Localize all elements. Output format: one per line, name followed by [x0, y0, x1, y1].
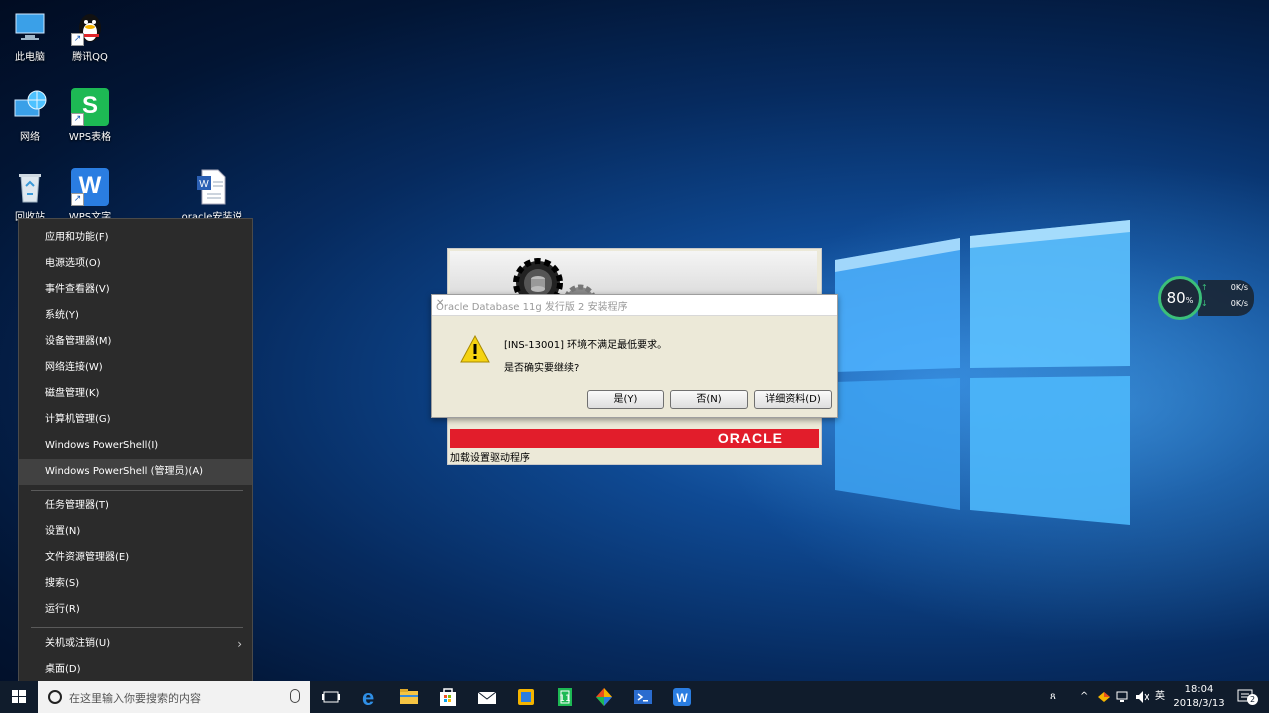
shortcut-arrow-icon: ↗: [71, 33, 84, 46]
mail-icon[interactable]: [474, 685, 500, 709]
taskbar: 在这里输入你要搜索的内容 e 11 W ጸ ^ 英 18:04 2018/3/1…: [0, 681, 1269, 713]
file-explorer-icon[interactable]: [396, 685, 422, 709]
download-arrow-icon: ↓: [1201, 299, 1208, 308]
no-button[interactable]: 否(N): [670, 390, 748, 409]
menu-item-settings[interactable]: 设置(N): [19, 519, 252, 545]
menu-item-apps-features[interactable]: 应用和功能(F): [19, 225, 252, 251]
menu-item-desktop[interactable]: 桌面(D): [19, 657, 252, 683]
recycle-bin-icon: [11, 168, 49, 206]
app-tray-icon[interactable]: [1097, 681, 1111, 713]
network-globe-icon: [11, 88, 49, 126]
menu-item-run[interactable]: 运行(R): [19, 597, 252, 623]
wps-writer-taskbar-icon[interactable]: W: [669, 685, 695, 709]
desktop-icon-recycle-bin[interactable]: 回收站: [0, 168, 60, 223]
installer-status: 加载设置驱动程序: [450, 453, 530, 464]
volume-muted-icon[interactable]: [1135, 681, 1150, 713]
chevron-up-icon[interactable]: ^: [1080, 681, 1092, 713]
desktop-icon-network[interactable]: 网络: [0, 88, 60, 143]
cortana-icon: [48, 690, 62, 704]
task-view-icon[interactable]: [318, 685, 344, 709]
network-tray-icon[interactable]: [1115, 681, 1129, 713]
shortcut-arrow-icon: ↗: [71, 113, 84, 126]
wps-spreadsheet-icon: S ↗: [71, 88, 109, 126]
taskbar-search-box[interactable]: 在这里输入你要搜索的内容: [38, 681, 310, 713]
dialog-question: 是否确实要继续?: [504, 363, 580, 374]
menu-separator: [31, 490, 243, 491]
network-speeds: ↑ 0K/s ↓ 0K/s: [1198, 280, 1254, 316]
clock-date: 2018/3/13: [1173, 698, 1225, 709]
edge-icon[interactable]: e: [357, 685, 383, 710]
warning-dialog: Oracle Database 11g 发行版 2 安装程序 ✕ [INS-13…: [431, 294, 838, 418]
menu-item-device-manager[interactable]: 设备管理器(M): [19, 329, 252, 355]
chevron-right-icon: ›: [237, 637, 242, 651]
menu-item-search[interactable]: 搜索(S): [19, 571, 252, 597]
people-icon[interactable]: ጸ: [1050, 681, 1064, 713]
oracle-brand-bar: ORACLE: [450, 429, 819, 448]
clock-time: 18:04: [1184, 684, 1214, 695]
green-app-icon[interactable]: 11: [552, 685, 578, 709]
warning-icon: [460, 335, 490, 363]
menu-item-label: 关机或注销(U): [45, 638, 111, 649]
start-button[interactable]: [0, 681, 38, 713]
upload-arrow-icon: ↑: [1201, 283, 1208, 292]
windows-logo: [835, 220, 1130, 525]
svg-text:W: W: [199, 179, 209, 190]
shortcut-arrow-icon: ↗: [71, 193, 84, 206]
yes-button[interactable]: 是(Y): [587, 390, 664, 409]
search-placeholder: 在这里输入你要搜索的内容: [69, 692, 201, 705]
menu-item-file-explorer[interactable]: 文件资源管理器(E): [19, 545, 252, 571]
qq-penguin-icon: ↗: [71, 8, 109, 46]
download-speed: 0K/s: [1230, 299, 1248, 308]
memory-usage-ring: 80%: [1158, 276, 1202, 320]
photos-app-icon[interactable]: [591, 685, 617, 709]
svg-text:11: 11: [559, 694, 570, 704]
menu-separator: [31, 627, 243, 628]
desktop-icon-oracle-doc[interactable]: W oracle安装说: [180, 168, 244, 223]
network-monitor-widget[interactable]: ↑ 0K/s ↓ 0K/s 80%: [1158, 276, 1254, 320]
powershell-icon[interactable]: [630, 685, 656, 709]
installer-banner: [450, 251, 817, 297]
menu-item-computer-management[interactable]: 计算机管理(G): [19, 407, 252, 433]
upload-speed: 0K/s: [1230, 283, 1248, 292]
windows-start-icon: [12, 690, 26, 703]
dialog-titlebar[interactable]: Oracle Database 11g 发行版 2 安装程序 ✕: [432, 295, 837, 316]
desktop-icon-wps-spreadsheet[interactable]: S ↗ WPS表格: [60, 88, 120, 143]
computer-icon: [11, 8, 49, 46]
sticky-app-icon[interactable]: [513, 685, 539, 709]
menu-item-disk-management[interactable]: 磁盘管理(K): [19, 381, 252, 407]
microphone-icon[interactable]: [290, 689, 300, 703]
menu-item-shutdown-signout[interactable]: 关机或注销(U) ›: [19, 631, 252, 657]
wps-writer-icon: W ↗: [71, 168, 109, 206]
svg-text:W: W: [676, 691, 688, 705]
notification-center-icon[interactable]: 2: [1236, 681, 1258, 713]
ime-indicator[interactable]: 英: [1155, 681, 1167, 713]
menu-item-powershell[interactable]: Windows PowerShell(I): [19, 433, 252, 459]
taskbar-clock[interactable]: 18:04 2018/3/13: [1170, 683, 1228, 711]
desktop-icon-wps-writer[interactable]: W ↗ WPS文字: [60, 168, 120, 223]
details-button[interactable]: 详细资料(D): [754, 390, 832, 409]
close-icon[interactable]: ✕: [436, 298, 831, 309]
dialog-message: [INS-13001] 环境不满足最低要求。: [504, 340, 668, 351]
menu-item-powershell-admin[interactable]: Windows PowerShell (管理员)(A): [19, 459, 252, 485]
menu-item-task-manager[interactable]: 任务管理器(T): [19, 493, 252, 519]
desktop-icon-this-pc[interactable]: 此电脑: [0, 8, 60, 63]
menu-item-network-connections[interactable]: 网络连接(W): [19, 355, 252, 381]
memory-percent: 80: [1166, 289, 1186, 307]
menu-item-system[interactable]: 系统(Y): [19, 303, 252, 329]
desktop-icon-qq[interactable]: ↗ 腾讯QQ: [60, 8, 120, 63]
menu-item-power-options[interactable]: 电源选项(O): [19, 251, 252, 277]
notification-count: 2: [1247, 694, 1258, 705]
winx-context-menu: 应用和功能(F) 电源选项(O) 事件查看器(V) 系统(Y) 设备管理器(M)…: [18, 218, 253, 689]
store-icon[interactable]: [435, 685, 461, 709]
percent-unit: %: [1185, 296, 1194, 305]
word-document-icon: W: [193, 168, 231, 206]
oracle-logo: ORACLE: [717, 430, 783, 446]
gear-icon: [513, 258, 563, 297]
menu-item-event-viewer[interactable]: 事件查看器(V): [19, 277, 252, 303]
